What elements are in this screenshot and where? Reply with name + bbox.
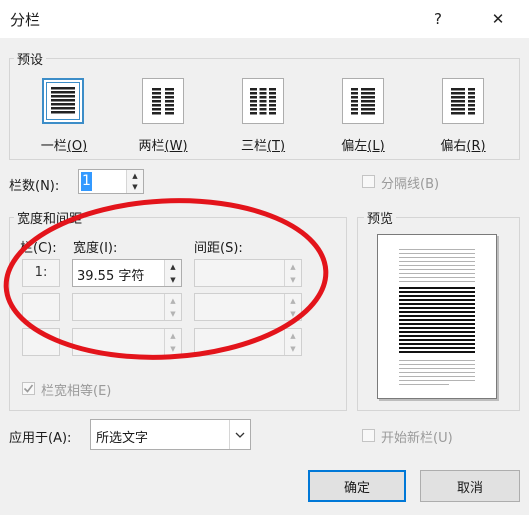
equal-width-checkbox: [22, 382, 35, 395]
new-column-label: 开始新栏(U): [381, 431, 453, 446]
preset-one-column[interactable]: [42, 78, 84, 124]
columns-count-stepper[interactable]: 1 ▲ ▼: [78, 169, 144, 194]
apply-to-select[interactable]: 所选文字: [90, 419, 251, 450]
spin-down-icon: ▼: [290, 275, 296, 284]
preset-two-columns-label[interactable]: 两栏(W): [128, 135, 198, 154]
preset-left-label[interactable]: 偏左(L): [328, 135, 398, 154]
spin-down-icon: ▼: [290, 309, 296, 318]
preview-page: [377, 234, 497, 399]
spin-up-icon: ▲: [170, 331, 176, 340]
col-number-cell: [22, 328, 60, 356]
width-header: 宽度(I):: [73, 241, 118, 256]
apply-to-label: 应用于(A):: [9, 431, 72, 446]
left-columns-icon: [342, 78, 384, 124]
close-button[interactable]: ✕: [480, 4, 516, 34]
col-number-cell: 1:: [22, 259, 60, 287]
preset-left[interactable]: [342, 78, 384, 124]
columns-count-spin[interactable]: ▲ ▼: [126, 170, 143, 193]
preview-content: [399, 249, 475, 385]
width-input[interactable]: 39.55 字符 ▲ ▼: [72, 259, 182, 287]
spin-down-icon[interactable]: ▼: [127, 182, 143, 194]
spin-up-icon: ▲: [290, 331, 296, 340]
apply-to-value: 所选文字: [96, 431, 149, 446]
help-button[interactable]: ?: [420, 4, 456, 34]
divider-line-label: 分隔线(B): [381, 177, 440, 192]
preset-two-columns[interactable]: [142, 78, 184, 124]
width-value: 39.55 字符: [77, 269, 145, 284]
equal-width-label: 栏宽相等(E): [41, 384, 112, 399]
preset-one-column-label[interactable]: 一栏(O): [29, 135, 99, 154]
spin-down-icon: ▼: [170, 309, 176, 318]
width-spin[interactable]: ▲ ▼: [164, 260, 181, 286]
spacing-spin: ▲ ▼: [284, 260, 301, 286]
dialog-title: 分栏: [10, 11, 41, 29]
spin-down-icon[interactable]: ▼: [165, 273, 181, 286]
preset-right-label[interactable]: 偏右(R): [428, 135, 498, 154]
checkmark-icon: [23, 384, 34, 393]
width-input: ▲ ▼: [72, 328, 182, 356]
spacing-input: ▲ ▼: [194, 328, 302, 356]
width-spin: ▲ ▼: [164, 329, 181, 355]
cancel-button[interactable]: 取消: [420, 470, 520, 502]
spin-down-icon: ▼: [290, 344, 296, 353]
spacing-spin: ▲ ▼: [284, 329, 301, 355]
help-icon: ?: [434, 10, 442, 28]
columns-count-value[interactable]: 1: [81, 172, 92, 191]
spacing-input: ▲ ▼: [194, 293, 302, 321]
three-columns-icon: [242, 78, 284, 124]
spacing-spin: ▲ ▼: [284, 294, 301, 320]
preset-three-columns-label[interactable]: 三栏(T): [228, 135, 298, 154]
two-columns-icon: [142, 78, 184, 124]
spacing-header: 间距(S):: [194, 241, 243, 256]
columns-count-label: 栏数(N):: [9, 179, 60, 194]
spin-up-icon[interactable]: ▲: [165, 260, 181, 273]
width-spacing-group-label: 宽度和间距: [14, 208, 86, 227]
presets-group-label: 预设: [14, 49, 47, 68]
ok-button[interactable]: 确定: [308, 470, 406, 502]
spacing-input[interactable]: ▲ ▼: [194, 259, 302, 287]
one-column-icon: [42, 78, 84, 124]
close-icon: ✕: [491, 10, 505, 28]
spin-up-icon[interactable]: ▲: [127, 170, 143, 182]
col-header: 栏(C):: [20, 241, 57, 256]
spin-down-icon: ▼: [170, 344, 176, 353]
spin-up-icon: ▲: [290, 262, 296, 271]
divider-line-checkbox[interactable]: [362, 175, 375, 188]
spin-up-icon: ▲: [170, 296, 176, 305]
width-input: ▲ ▼: [72, 293, 182, 321]
col-number-cell: [22, 293, 60, 321]
spin-up-icon: ▲: [290, 296, 296, 305]
right-columns-icon: [442, 78, 484, 124]
preset-three-columns[interactable]: [242, 78, 284, 124]
preview-group-label: 预览: [364, 208, 397, 227]
new-column-checkbox[interactable]: [362, 429, 375, 442]
chevron-down-icon[interactable]: [229, 420, 250, 449]
preset-right[interactable]: [442, 78, 484, 124]
width-spin: ▲ ▼: [164, 294, 181, 320]
